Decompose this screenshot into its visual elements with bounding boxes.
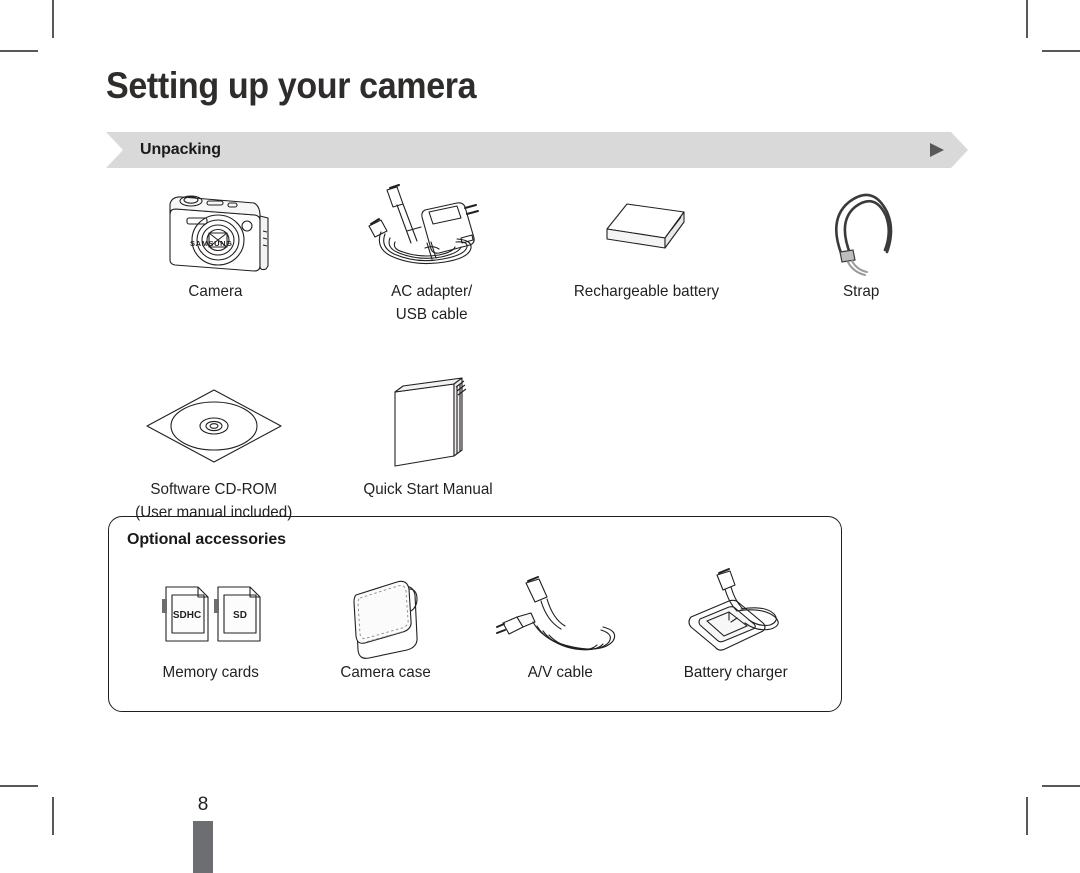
crop-mark-bottom-right-horizontal xyxy=(1042,785,1080,787)
page-number: 8 xyxy=(197,794,209,815)
battery-charger-illustration xyxy=(671,565,801,661)
unpacking-item-caption: Quick Start Manual xyxy=(363,481,494,498)
optional-accessories-title: Optional accessories xyxy=(127,531,286,548)
unpacking-item-battery: Rechargeable battery xyxy=(539,176,754,326)
unpacking-row-1: SAMSUNG Camera AC adapter/ USB cable Rec… xyxy=(106,176,974,326)
manual-booklet-illustration xyxy=(369,374,489,478)
optional-item-caption: Memory cards xyxy=(162,664,259,681)
footer-bar xyxy=(193,821,213,873)
strap-illustration xyxy=(807,176,917,280)
unpacking-item-cd-rom: Software CD-ROM (User manual included) xyxy=(106,374,321,524)
optional-item-camera-case: Camera case xyxy=(298,565,473,684)
optional-accessories-row: SDHC SD Memory cards Camera case A/V cab… xyxy=(123,565,823,684)
optional-item-battery-charger: Battery charger xyxy=(648,565,823,684)
battery-illustration xyxy=(587,176,707,280)
optional-item-caption: Battery charger xyxy=(683,664,788,681)
unpacking-item-camera: SAMSUNG Camera xyxy=(106,176,324,326)
memory-card-label-sd: SD xyxy=(233,610,247,621)
ac-adapter-usb-cable-illustration xyxy=(357,176,507,280)
camera-illustration: SAMSUNG xyxy=(150,176,280,280)
unpacking-item-caption: Strap xyxy=(843,283,880,300)
optional-accessories-box: Optional accessories SDHC SD Memory card… xyxy=(108,516,842,712)
cd-rom-illustration xyxy=(139,374,289,478)
camera-case-illustration xyxy=(331,565,441,661)
crop-mark-bottom-left-vertical xyxy=(52,797,54,835)
optional-item-caption: A/V cable xyxy=(527,664,594,681)
triangle-right-icon xyxy=(930,143,944,157)
section-banner-label: Unpacking xyxy=(140,141,221,158)
crop-mark-top-left-vertical xyxy=(52,0,54,38)
crop-mark-bottom-right-vertical xyxy=(1026,797,1028,835)
camera-brand-text: SAMSUNG xyxy=(190,239,233,248)
unpacking-row-2: Software CD-ROM (User manual included) Q… xyxy=(106,374,974,524)
unpacking-item-quick-start-manual: Quick Start Manual xyxy=(321,374,536,524)
page-title: Setting up your camera xyxy=(106,65,477,106)
unpacking-item-strap: Strap xyxy=(754,176,969,326)
crop-mark-top-right-horizontal xyxy=(1042,50,1080,52)
unpacking-item-caption: Rechargeable battery xyxy=(573,283,720,300)
crop-mark-top-left-horizontal xyxy=(0,50,38,52)
section-banner: Unpacking xyxy=(106,132,968,168)
memory-cards-illustration: SDHC SD xyxy=(146,565,276,661)
av-cable-illustration xyxy=(491,565,631,661)
crop-mark-top-right-vertical xyxy=(1026,0,1028,38)
optional-item-av-cable: A/V cable xyxy=(473,565,648,684)
optional-item-memory-cards: SDHC SD Memory cards xyxy=(123,565,298,684)
optional-item-caption: Camera case xyxy=(340,664,431,681)
unpacking-item-ac-adapter: AC adapter/ USB cable xyxy=(324,176,539,326)
section-banner-background xyxy=(106,132,968,168)
memory-card-label-sdhc: SDHC xyxy=(172,610,200,621)
unpacking-item-caption: AC adapter/ USB cable xyxy=(390,283,473,323)
crop-mark-bottom-left-horizontal xyxy=(0,785,38,787)
unpacking-item-caption: Camera xyxy=(187,283,243,300)
manual-page: Setting up your camera Unpacking SAMSUNG… xyxy=(106,64,974,873)
